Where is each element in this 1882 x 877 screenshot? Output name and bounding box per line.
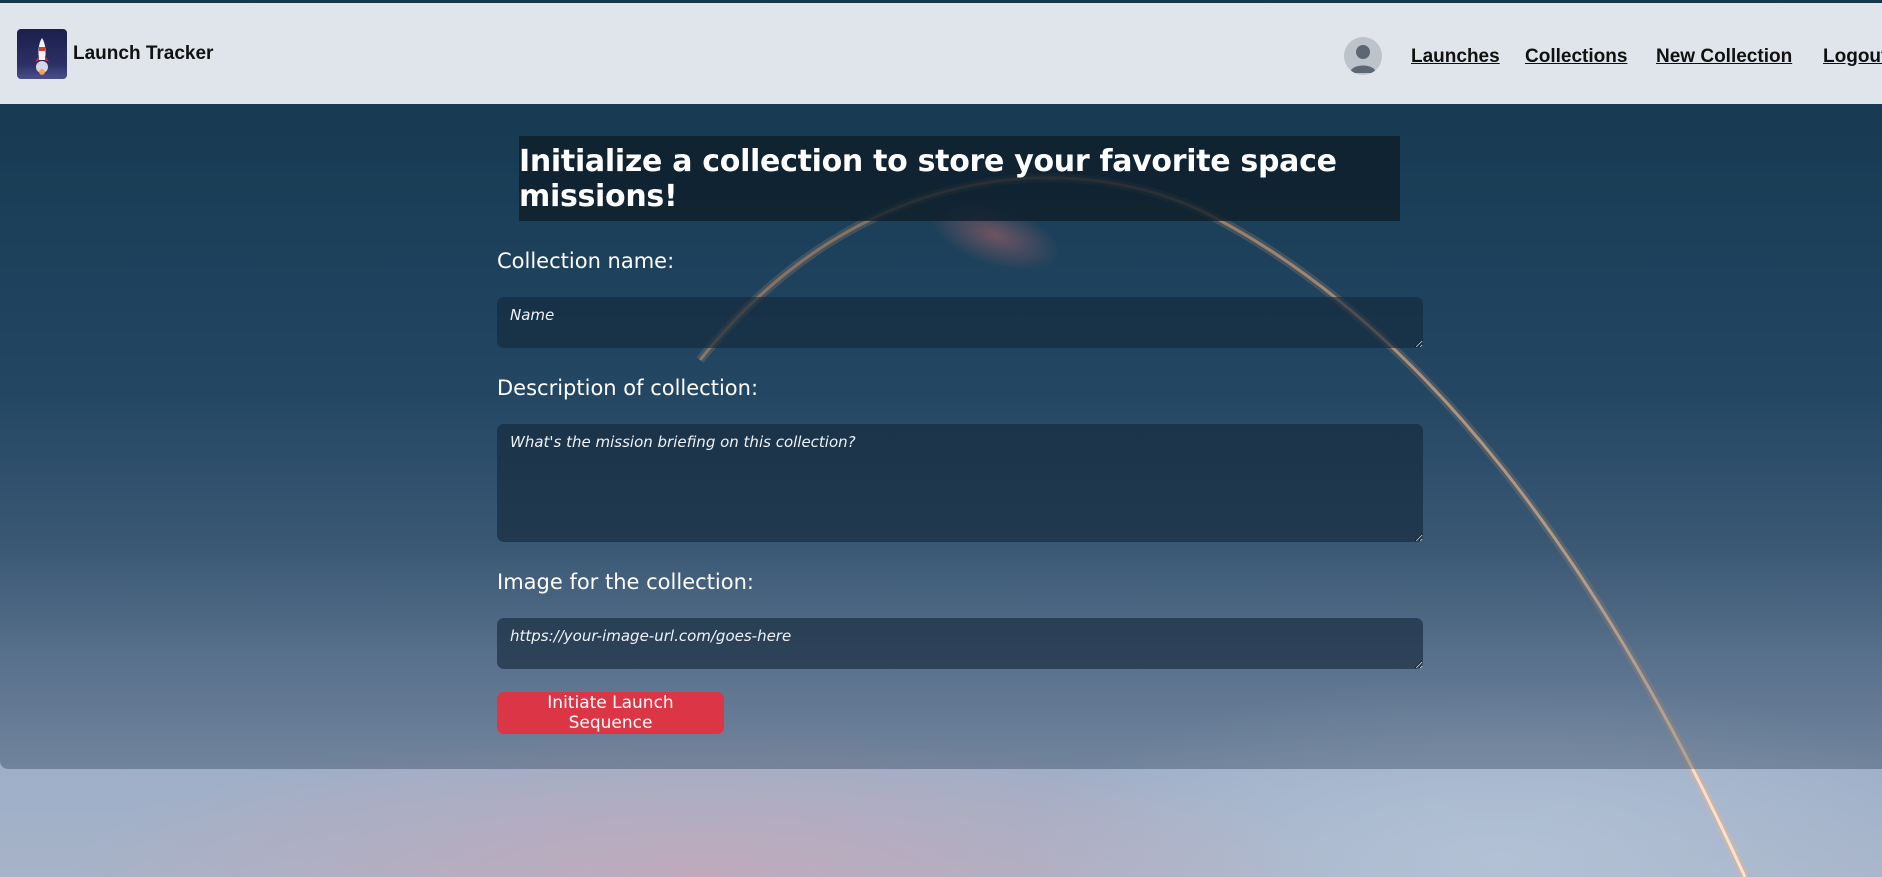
page-heading-banner: Initialize a collection to store your fa… <box>519 136 1400 221</box>
collection-name-input[interactable] <box>497 297 1423 348</box>
nav-link-collections[interactable]: Collections <box>1525 46 1627 68</box>
collection-image-label: Image for the collection: <box>497 570 754 594</box>
nav-link-launches[interactable]: Launches <box>1411 46 1500 68</box>
collection-description-input[interactable] <box>497 424 1423 542</box>
page-title: Initialize a collection to store your fa… <box>519 143 1337 214</box>
initiate-launch-sequence-button[interactable]: Initiate Launch Sequence <box>497 692 724 734</box>
user-avatar-icon[interactable] <box>1344 37 1382 75</box>
collection-name-label: Collection name: <box>497 249 675 273</box>
brand[interactable]: Launch Tracker <box>17 29 213 79</box>
rocket-icon <box>17 29 67 79</box>
collection-description-label: Description of collection: <box>497 376 759 400</box>
brand-name: Launch Tracker <box>73 43 214 64</box>
navbar: Launch Tracker Launches Collections New … <box>0 3 1882 104</box>
nav-link-new-collection[interactable]: New Collection <box>1656 46 1792 68</box>
collection-image-url-input[interactable] <box>497 618 1423 669</box>
nav-link-logout[interactable]: Logout <box>1823 46 1882 68</box>
